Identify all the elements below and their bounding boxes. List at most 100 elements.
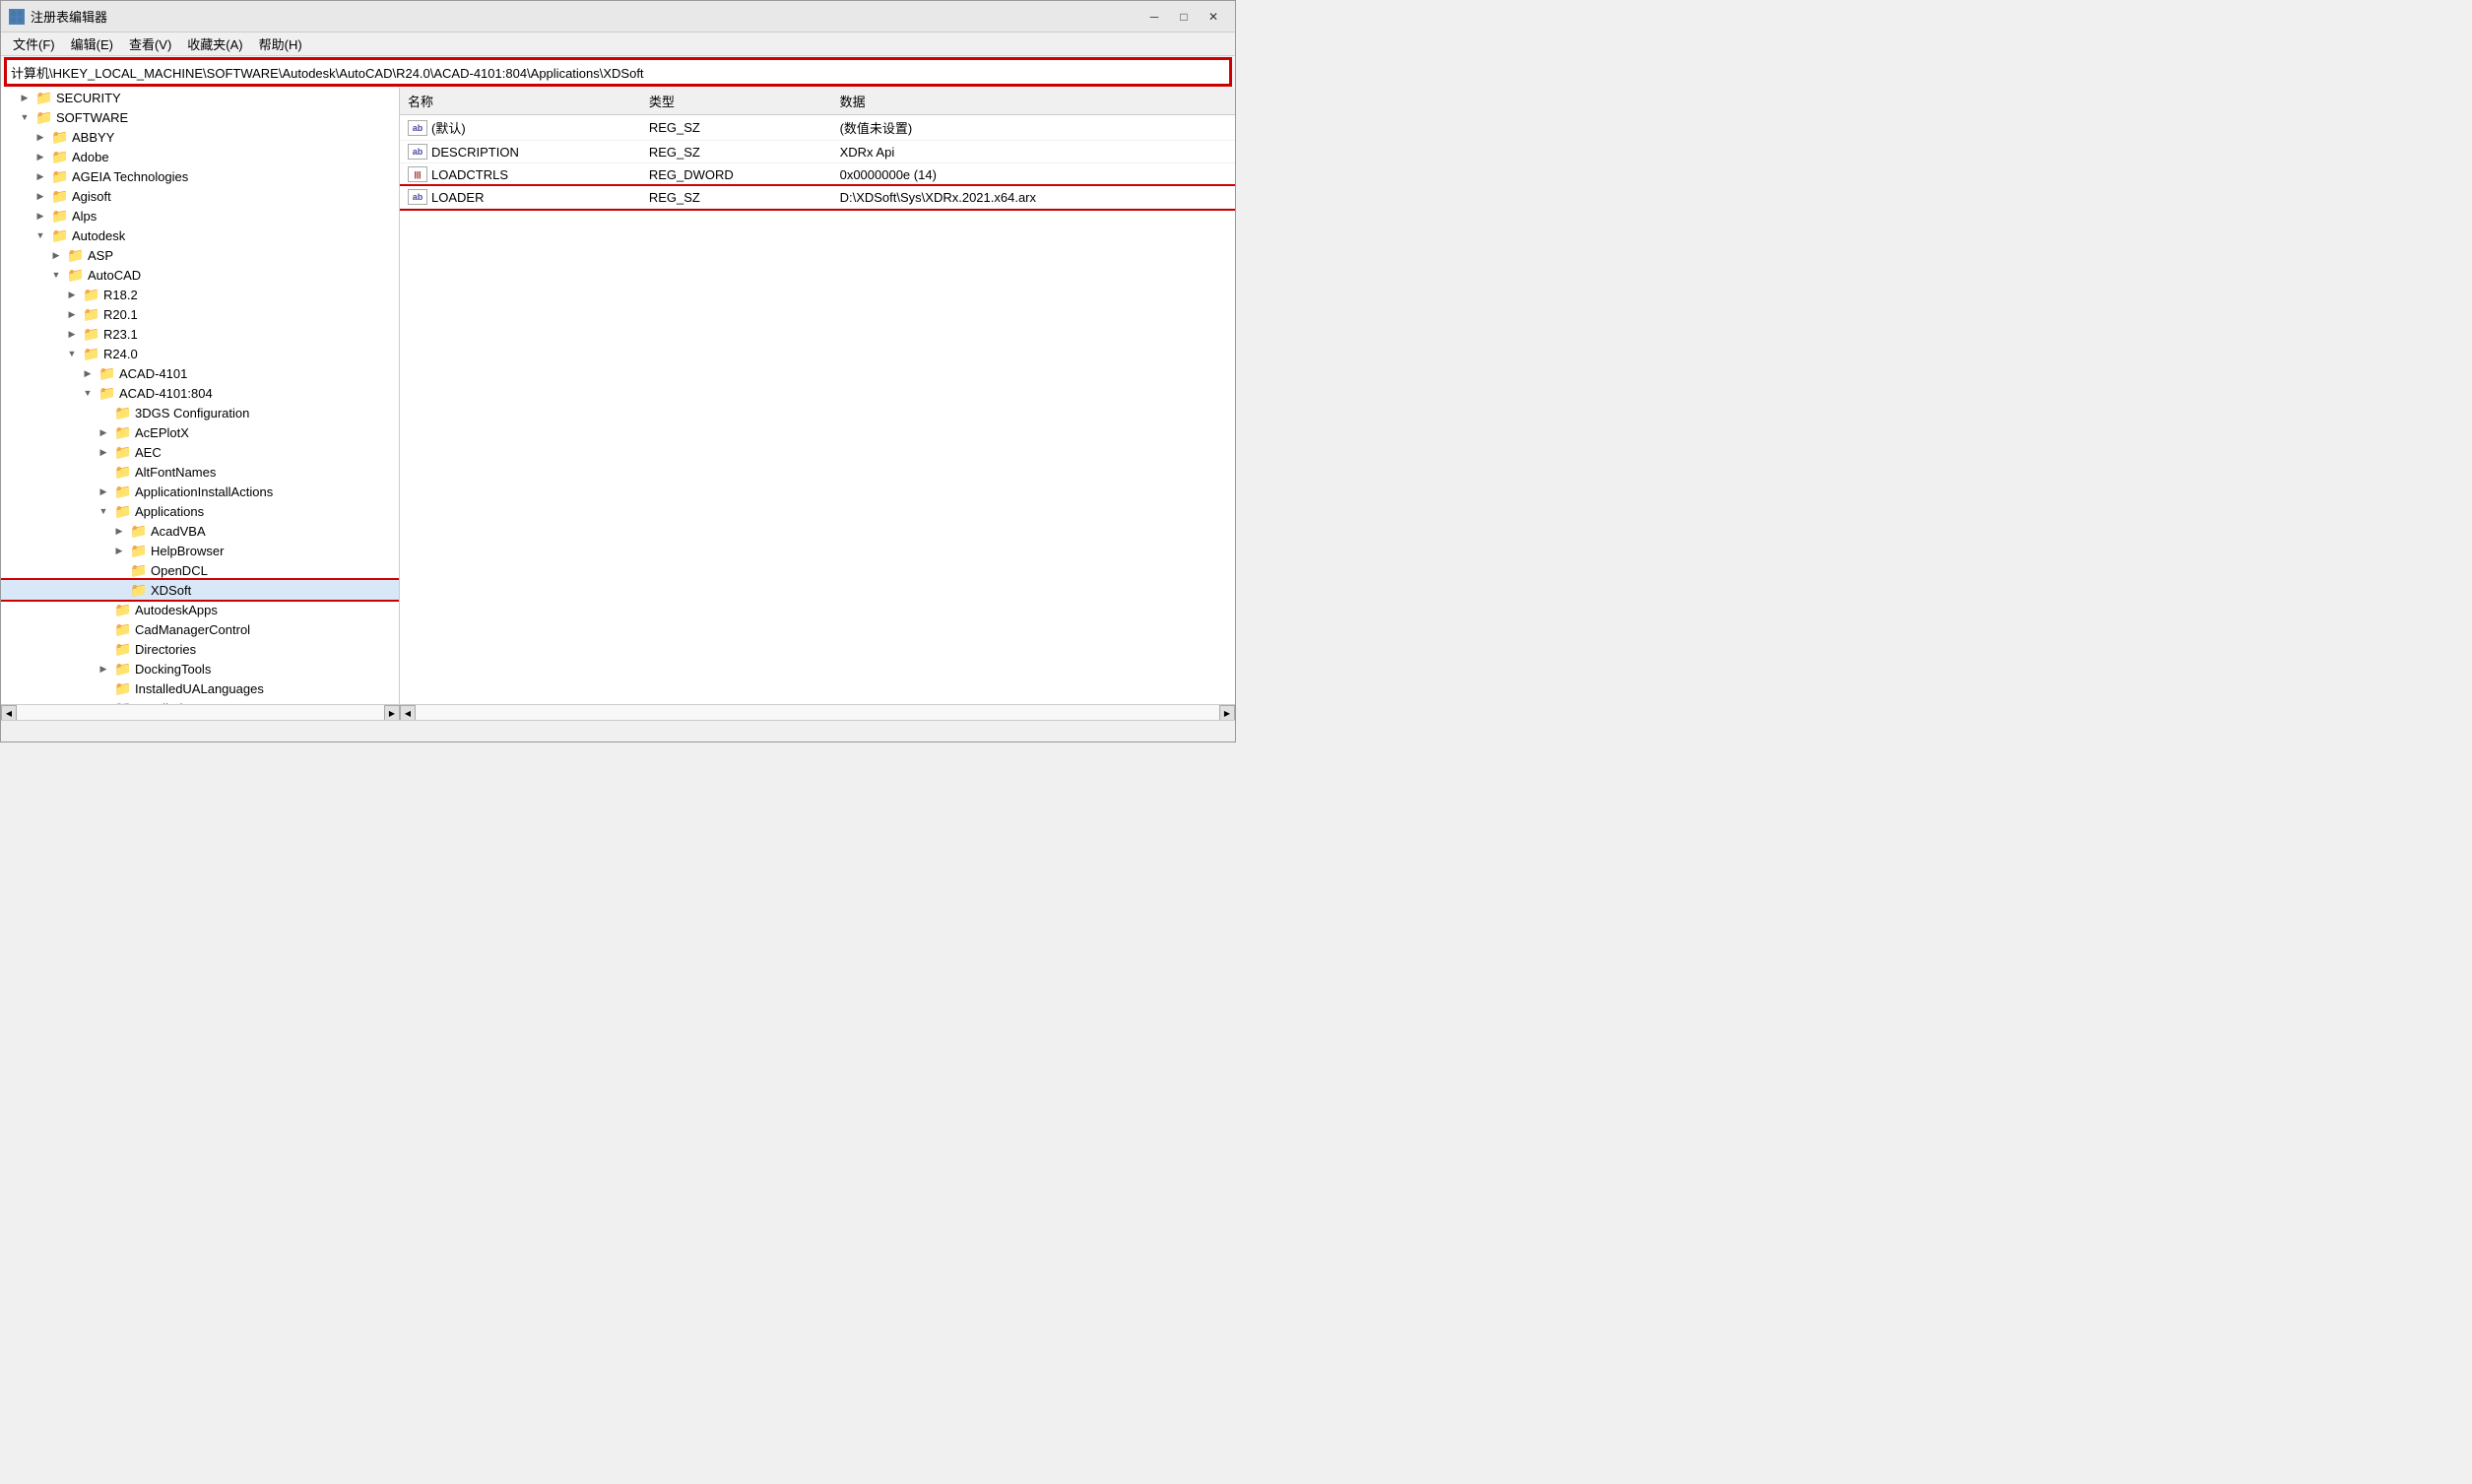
table-row[interactable]: ||| LOADCTRLS REG_DWORD 0x0000000e (14) xyxy=(400,163,1235,186)
expand-autodesk[interactable]: ▼ xyxy=(33,227,48,243)
expand-dockingtools[interactable]: ▶ xyxy=(96,661,111,677)
expand-adobe[interactable]: ▶ xyxy=(33,149,48,164)
menu-help[interactable]: 帮助(H) xyxy=(251,32,310,55)
menu-edit[interactable]: 编辑(E) xyxy=(63,32,121,55)
expand-helpbrowser[interactable]: ▶ xyxy=(111,543,127,558)
expand-abbyy[interactable]: ▶ xyxy=(33,129,48,145)
expand-autocad[interactable]: ▼ xyxy=(48,267,64,283)
tree-item-directories[interactable]: 📁 Directories xyxy=(1,639,399,659)
minimize-button[interactable]: ─ xyxy=(1140,5,1168,29)
tree-item-software[interactable]: ▼ 📁 SOFTWARE xyxy=(1,107,399,127)
expand-appinstall[interactable]: ▶ xyxy=(96,484,111,499)
tree-label-altfont: AltFontNames xyxy=(135,465,216,480)
reg-type-icon: ab xyxy=(408,189,427,205)
folder-icon-altfont: 📁 xyxy=(114,465,132,479)
tree-item-r23[interactable]: ▶ 📁 R23.1 xyxy=(1,324,399,344)
reg-type-cell: REG_SZ xyxy=(641,186,832,209)
folder-icon-autodesk: 📁 xyxy=(51,228,69,242)
tree-label-opendcl: OpenDCL xyxy=(151,563,208,578)
tree-item-agisoft[interactable]: ▶ 📁 Agisoft xyxy=(1,186,399,206)
tree-item-autodeskApps[interactable]: 📁 AutodeskApps xyxy=(1,600,399,619)
tree-item-alps[interactable]: ▶ 📁 Alps xyxy=(1,206,399,226)
right-scroll-track[interactable] xyxy=(416,705,1219,720)
tree-item-installedua[interactable]: 📁 InstalledUALanguages xyxy=(1,678,399,698)
tree-item-dockingtools[interactable]: ▶ 📁 DockingTools xyxy=(1,659,399,678)
menu-favorites[interactable]: 收藏夹(A) xyxy=(179,32,250,55)
folder-icon-xdsoft: 📁 xyxy=(130,583,148,597)
tree-item-security[interactable]: ▶ 📁 SECURITY xyxy=(1,88,399,107)
tree-item-xdsoft[interactable]: 📁 XDSoft xyxy=(1,580,399,600)
expand-software[interactable]: ▼ xyxy=(17,109,33,125)
tree-item-acad4101[interactable]: ▶ 📁 ACAD-4101 xyxy=(1,363,399,383)
tree-item-abbyy[interactable]: ▶ 📁 ABBYY xyxy=(1,127,399,147)
expand-applications[interactable]: ▼ xyxy=(96,503,111,519)
expand-acadvba[interactable]: ▶ xyxy=(111,523,127,539)
window-controls: ─ □ ✕ xyxy=(1140,5,1227,29)
folder-icon-cadmanager: 📁 xyxy=(114,622,132,636)
tree-item-acadvba[interactable]: ▶ 📁 AcadVBA xyxy=(1,521,399,541)
tree-item-ageia[interactable]: ▶ 📁 AGEIA Technologies xyxy=(1,166,399,186)
tree-scroll-left[interactable]: ◀ xyxy=(1,705,17,720)
tree-scroll-track[interactable] xyxy=(17,705,384,720)
expand-security[interactable]: ▶ xyxy=(17,90,33,105)
right-hscrollbar[interactable]: ◀ ▶ xyxy=(400,704,1235,720)
folder-icon-helpbrowser: 📁 xyxy=(130,544,148,557)
expand-agisoft[interactable]: ▶ xyxy=(33,188,48,204)
tree-item-r24[interactable]: ▼ 📁 R24.0 xyxy=(1,344,399,363)
folder-icon-asp: 📁 xyxy=(67,248,85,262)
expand-r20[interactable]: ▶ xyxy=(64,306,80,322)
folder-icon-ageia: 📁 xyxy=(51,169,69,183)
tree-label-acad4101-804: ACAD-4101:804 xyxy=(119,386,213,401)
tree-item-aec[interactable]: ▶ 📁 AEC xyxy=(1,442,399,462)
reg-type-icon: ab xyxy=(408,120,427,136)
table-row-loader[interactable]: ab LOADER REG_SZ D:\XDSoft\Sys\XDRx.2021… xyxy=(400,186,1235,209)
tree-scroll-right[interactable]: ▶ xyxy=(384,705,400,720)
registry-table: 名称 类型 数据 ab (默认) xyxy=(400,88,1235,209)
tree-item-3dgs[interactable]: 📁 3DGS Configuration xyxy=(1,403,399,422)
tree-label-abbyy: ABBYY xyxy=(72,130,114,145)
tree-item-acad4101-804[interactable]: ▼ 📁 ACAD-4101:804 xyxy=(1,383,399,403)
expand-asp[interactable]: ▶ xyxy=(48,247,64,263)
reg-name: DESCRIPTION xyxy=(431,145,519,160)
expand-aceplotx[interactable]: ▶ xyxy=(96,424,111,440)
expand-r23[interactable]: ▶ xyxy=(64,326,80,342)
tree-label-aec: AEC xyxy=(135,445,162,460)
table-row[interactable]: ab (默认) REG_SZ (数值未设置) xyxy=(400,115,1235,141)
address-bar[interactable]: 计算机\HKEY_LOCAL_MACHINE\SOFTWARE\Autodesk… xyxy=(5,58,1231,86)
right-scroll-right[interactable]: ▶ xyxy=(1219,705,1235,720)
reg-name-cell: ab LOADER xyxy=(400,186,641,209)
tree-hscrollbar[interactable]: ◀ ▶ xyxy=(1,704,400,720)
expand-r18[interactable]: ▶ xyxy=(64,287,80,302)
menu-view[interactable]: 查看(V) xyxy=(121,32,179,55)
expand-acad4101-804[interactable]: ▼ xyxy=(80,385,96,401)
expand-r24[interactable]: ▼ xyxy=(64,346,80,361)
tree-label-alps: Alps xyxy=(72,209,97,224)
tree-item-r18[interactable]: ▶ 📁 R18.2 xyxy=(1,285,399,304)
folder-icon-autocad: 📁 xyxy=(67,268,85,282)
tree-label-acadvba: AcadVBA xyxy=(151,524,206,539)
tree-item-appinstall[interactable]: ▶ 📁 ApplicationInstallActions xyxy=(1,482,399,501)
expand-acad4101[interactable]: ▶ xyxy=(80,365,96,381)
table-row[interactable]: ab DESCRIPTION REG_SZ XDRx Api xyxy=(400,141,1235,163)
col-header-type: 类型 xyxy=(641,88,832,115)
expand-ageia[interactable]: ▶ xyxy=(33,168,48,184)
tree-item-helpbrowser[interactable]: ▶ 📁 HelpBrowser xyxy=(1,541,399,560)
tree-item-r20[interactable]: ▶ 📁 R20.1 xyxy=(1,304,399,324)
reg-type-cell: REG_DWORD xyxy=(641,163,832,186)
expand-alps[interactable]: ▶ xyxy=(33,208,48,224)
close-button[interactable]: ✕ xyxy=(1200,5,1227,29)
tree-item-asp[interactable]: ▶ 📁 ASP xyxy=(1,245,399,265)
tree-item-autocad[interactable]: ▼ 📁 AutoCAD xyxy=(1,265,399,285)
tree-item-aceplotx[interactable]: ▶ 📁 AcEPlotX xyxy=(1,422,399,442)
tree-item-cadmanager[interactable]: 📁 CadManagerControl xyxy=(1,619,399,639)
tree-item-autodesk[interactable]: ▼ 📁 Autodesk xyxy=(1,226,399,245)
maximize-button[interactable]: □ xyxy=(1170,5,1198,29)
menu-file[interactable]: 文件(F) xyxy=(5,32,63,55)
tree-item-adobe[interactable]: ▶ 📁 Adobe xyxy=(1,147,399,166)
right-scroll-left[interactable]: ◀ xyxy=(400,705,416,720)
col-header-name: 名称 xyxy=(400,88,641,115)
tree-item-applications[interactable]: ▼ 📁 Applications xyxy=(1,501,399,521)
tree-item-altfont[interactable]: 📁 AltFontNames xyxy=(1,462,399,482)
expand-aec[interactable]: ▶ xyxy=(96,444,111,460)
tree-item-opendcl[interactable]: 📁 OpenDCL xyxy=(1,560,399,580)
